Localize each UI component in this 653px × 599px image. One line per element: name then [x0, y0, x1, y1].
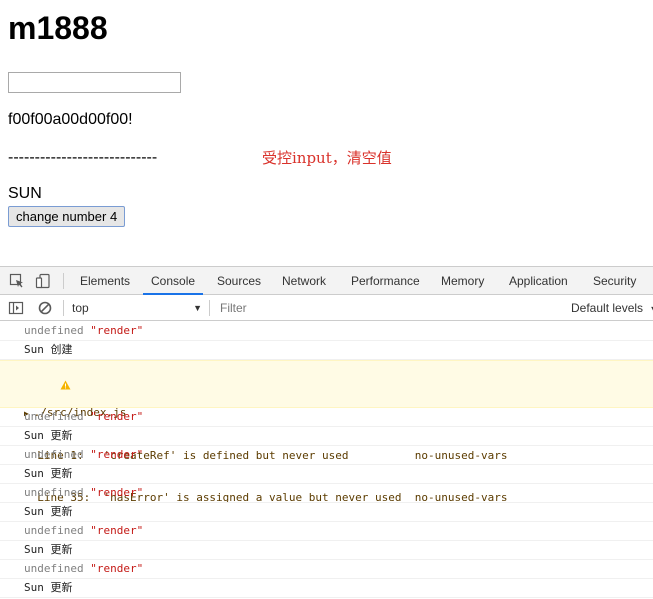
- sun-label: SUN: [8, 185, 42, 202]
- tab-performance[interactable]: Performance: [351, 267, 420, 295]
- tab-separator: [63, 273, 64, 289]
- tab-security[interactable]: Security: [593, 267, 636, 295]
- tab-application[interactable]: Application: [509, 267, 568, 295]
- tab-elements[interactable]: Elements: [80, 267, 130, 295]
- context-select[interactable]: top ▼: [72, 298, 206, 318]
- console-message: undefined "render": [0, 560, 653, 579]
- console-toolbar: top ▼ Default levels ▼: [0, 295, 653, 321]
- console-message: undefined "render": [0, 408, 653, 427]
- console-message: Sun 更新: [0, 503, 653, 522]
- dashed-separator: ----------------------------: [8, 149, 158, 166]
- console-message: Sun 更新: [0, 427, 653, 446]
- inspect-element-icon[interactable]: [9, 273, 25, 289]
- console-message: undefined "render": [0, 322, 653, 341]
- devtools-tab-bar: Elements Console Sources Network Perform…: [0, 267, 653, 295]
- change-number-button[interactable]: change number 4: [8, 206, 126, 227]
- levels-arrow-icon: ▼: [649, 304, 653, 314]
- console-message: Sun 更新: [0, 579, 653, 598]
- clear-console-icon[interactable]: [37, 300, 53, 316]
- context-value: top: [72, 301, 89, 315]
- console-messages: undefined "render" Sun 创建 ▶ ./src/index.…: [0, 322, 653, 599]
- tab-network[interactable]: Network: [282, 267, 326, 295]
- console-message: Sun 更新: [0, 541, 653, 560]
- console-message: Sun 更新: [0, 465, 653, 484]
- page-content: m1888 f00f00a00d00f00! -----------------…: [0, 0, 653, 266]
- console-warning: ▶ ./src/index.js Line 1: 'createRef' is …: [0, 360, 653, 504]
- log-levels-label: Default levels: [571, 301, 644, 315]
- show-sidebar-icon[interactable]: [8, 300, 24, 316]
- log-levels-dropdown[interactable]: Default levels ▼: [571, 298, 653, 318]
- tab-console[interactable]: Console: [142, 267, 204, 295]
- controlled-text-input[interactable]: [8, 72, 181, 93]
- tab-sources[interactable]: Sources: [217, 267, 261, 295]
- console-message: undefined "render": [0, 522, 653, 541]
- toolbar-separator: [63, 300, 64, 316]
- annotation-note: 受控input，清空值: [262, 149, 392, 167]
- page-title: m1888: [8, 10, 108, 46]
- dropdown-arrow-icon: ▼: [193, 303, 202, 313]
- console-message: undefined "render": [0, 484, 653, 503]
- console-message: Sun 创建: [0, 341, 653, 360]
- tab-memory[interactable]: Memory: [441, 267, 484, 295]
- warning-icon: [7, 366, 71, 390]
- console-filter-input[interactable]: [216, 298, 563, 318]
- echo-text: f00f00a00d00f00!: [8, 111, 133, 128]
- device-toolbar-icon[interactable]: [35, 273, 51, 289]
- console-message: undefined "render": [0, 446, 653, 465]
- devtools-panel: Elements Console Sources Network Perform…: [0, 266, 653, 599]
- toolbar-separator: [209, 300, 210, 316]
